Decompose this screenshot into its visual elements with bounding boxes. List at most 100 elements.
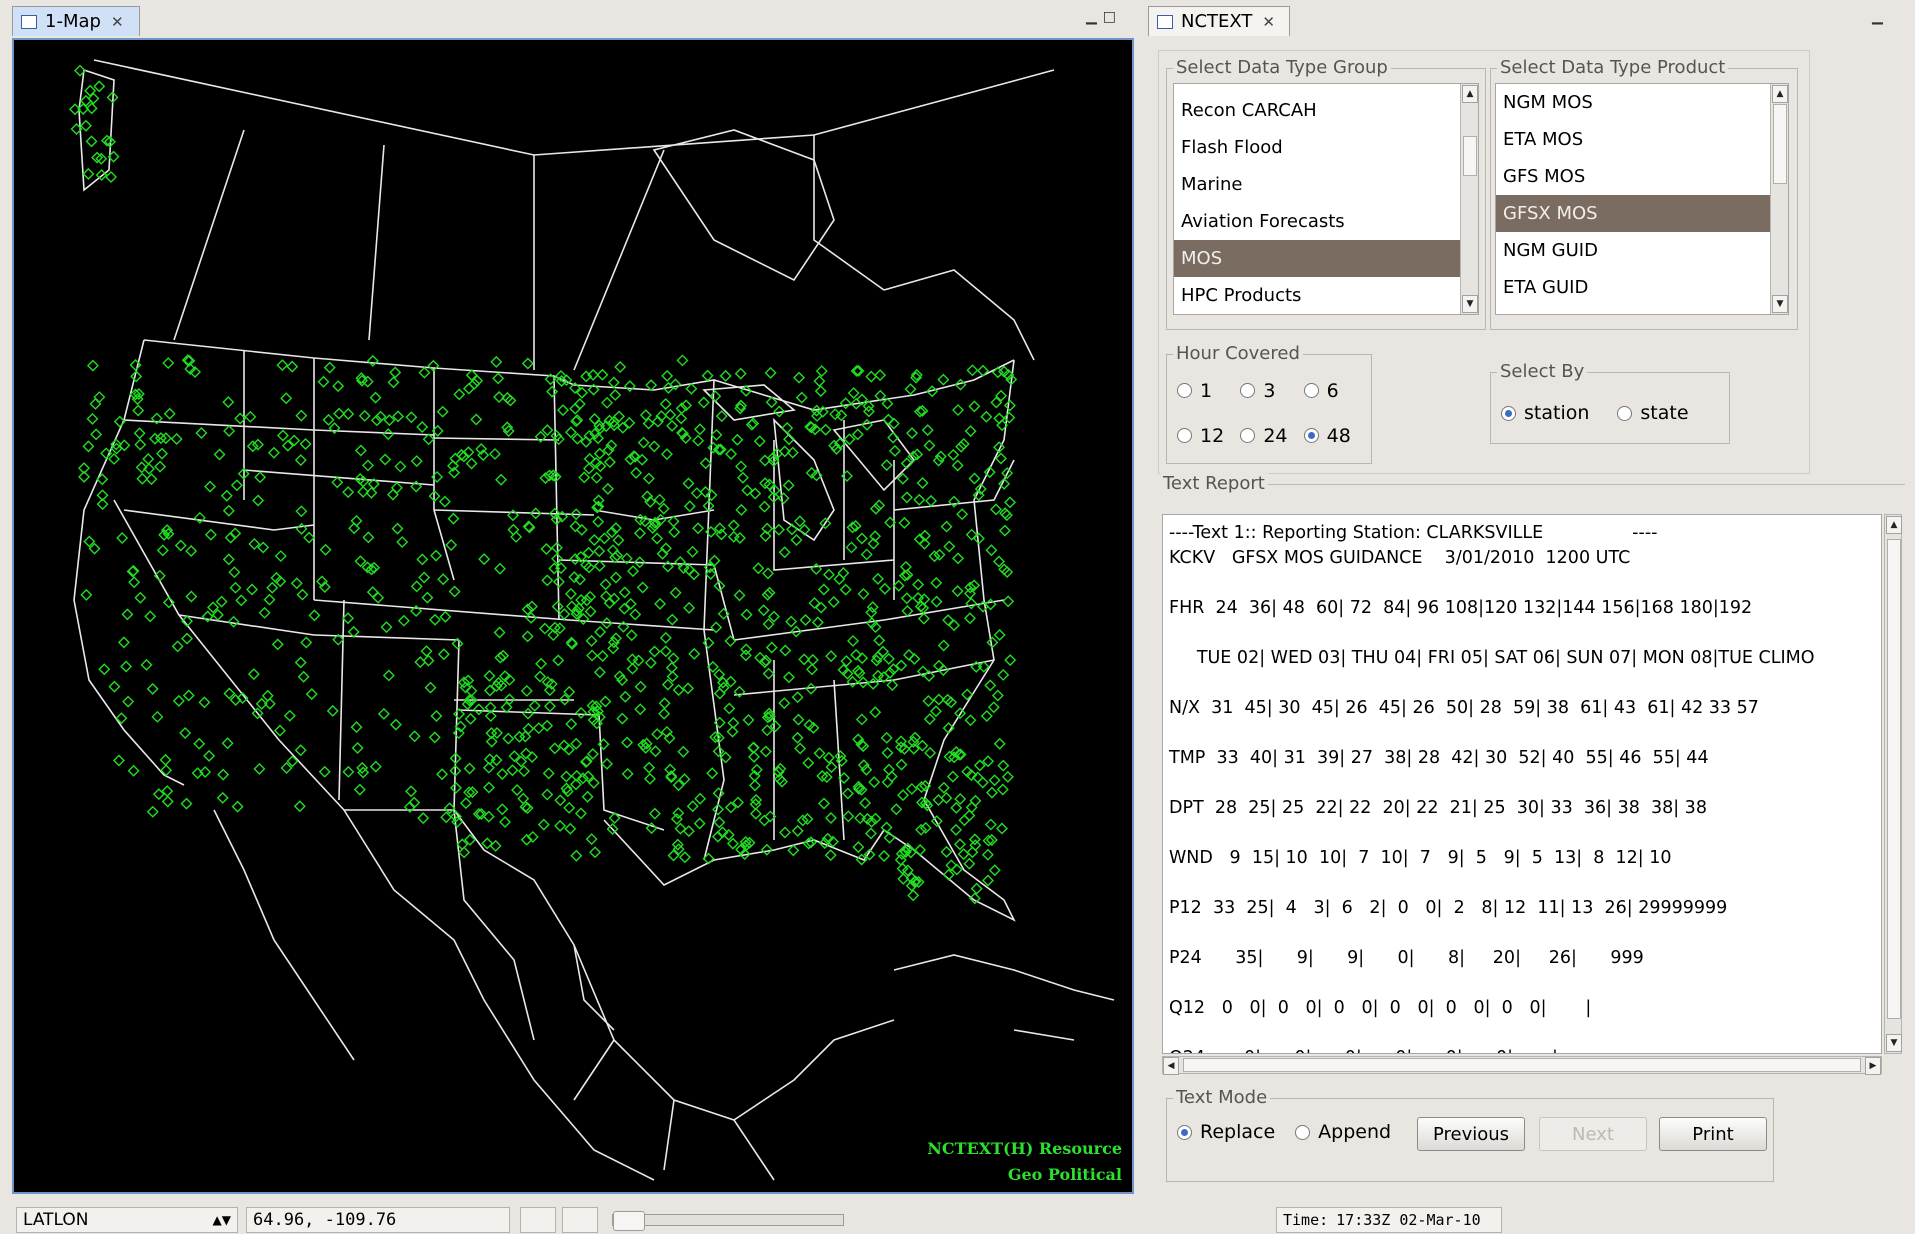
station-marker-icon [777, 492, 790, 505]
station-marker-icon [601, 482, 614, 495]
minimize-icon[interactable]: ▁ [1872, 9, 1889, 25]
scroll-down-icon[interactable]: ▼ [1886, 1034, 1902, 1052]
station-marker-icon [653, 493, 666, 506]
scroll-thumb[interactable] [1887, 539, 1901, 1019]
close-icon[interactable]: ✕ [111, 13, 124, 31]
group-box-title: Text Mode [1173, 1087, 1271, 1108]
station-marker-icon [966, 364, 979, 377]
radio-button-icon[interactable] [1295, 1124, 1311, 1140]
station-marker-icon [193, 737, 206, 750]
radio-append[interactable]: Append [1295, 1121, 1391, 1143]
print-button[interactable]: Print [1659, 1117, 1767, 1151]
close-icon[interactable]: ✕ [1262, 13, 1275, 31]
station-marker-icon [601, 757, 614, 770]
coastline [1013, 1029, 1075, 1041]
station-marker-icon [845, 541, 858, 554]
station-marker-icon [778, 826, 791, 839]
station-marker-icon [760, 843, 773, 856]
report-vertical-scrollbar[interactable]: ▲ ▼ [1884, 514, 1902, 1054]
boundary-line [453, 809, 535, 1041]
boundary-line [573, 149, 665, 371]
scroll-up-icon[interactable]: ▲ [1886, 516, 1902, 534]
station-marker-icon [132, 404, 145, 417]
station-marker-icon [93, 80, 106, 93]
station-marker-icon [985, 544, 998, 557]
frame-slider[interactable] [612, 1211, 844, 1231]
station-marker-icon [981, 874, 994, 887]
station-marker-icon [333, 407, 346, 420]
station-marker-icon [992, 555, 1005, 568]
legend-nctext-resource: NCTEXT(H) Resource [927, 1139, 1122, 1158]
station-marker-icon [864, 827, 877, 840]
station-marker-icon [198, 696, 211, 709]
station-marker-icon [644, 772, 657, 785]
station-marker-icon [685, 382, 698, 395]
station-marker-icon [925, 494, 938, 507]
station-marker-icon [764, 366, 777, 379]
station-marker-icon [951, 585, 964, 598]
radio-button-icon[interactable] [1177, 1124, 1192, 1140]
station-marker-icon [791, 731, 804, 744]
station-marker-icon [380, 621, 393, 634]
station-marker-icon [736, 471, 749, 484]
station-marker-icon [472, 703, 485, 716]
station-marker-icon [437, 648, 450, 661]
station-marker-icon [297, 670, 310, 683]
station-marker-icon [882, 652, 895, 665]
station-marker-icon [957, 848, 970, 861]
report-horizontal-scrollbar[interactable]: ◀ ▶ [1162, 1056, 1882, 1075]
station-marker-icon [204, 528, 217, 541]
tab-nctext[interactable]: NCTEXT ✕ [1148, 6, 1290, 36]
station-marker-icon [945, 859, 958, 872]
station-marker-icon [915, 823, 928, 836]
station-marker-icon [752, 562, 765, 575]
station-marker-icon [405, 785, 418, 798]
station-marker-icon [280, 392, 293, 405]
scroll-left-icon[interactable]: ◀ [1163, 1057, 1179, 1075]
station-marker-icon [1002, 595, 1015, 608]
coordinate-system-select[interactable]: LATLON ▲▼ [16, 1207, 238, 1233]
station-marker-icon [322, 413, 335, 426]
report-line: WND 9 15| 10 10| 7 10| 7 9| 5 9| 5 13| 8… [1169, 848, 1672, 868]
map-canvas[interactable]: NCTEXT(H) Resource Geo Political [12, 38, 1134, 1194]
station-marker-icon [874, 369, 887, 382]
station-marker-icon [793, 371, 806, 384]
station-marker-icon [422, 654, 435, 667]
station-marker-icon [274, 550, 287, 563]
slider-handle[interactable] [613, 1211, 645, 1231]
station-marker-icon [865, 370, 878, 383]
boundary-line [313, 599, 715, 631]
station-marker-icon [174, 539, 187, 552]
scroll-thumb[interactable] [1183, 1058, 1861, 1072]
tab-1-map[interactable]: 1-Map ✕ [12, 6, 140, 36]
station-marker-icon [950, 863, 963, 876]
report-line: P12 33 25| 4 3| 6 2| 0 0| 2 8| 12 11| 13… [1169, 898, 1728, 918]
station-marker-icon [801, 813, 814, 825]
radio-replace[interactable]: Replace [1177, 1121, 1275, 1143]
hudson-bay-coast [652, 129, 835, 282]
minimize-icon[interactable]: ▁ [1086, 9, 1103, 25]
station-marker-icon [599, 695, 612, 708]
station-marker-icon [667, 652, 680, 665]
station-marker-icon [779, 644, 792, 657]
station-marker-icon [713, 816, 726, 829]
next-button[interactable]: Next [1539, 1117, 1647, 1151]
station-marker-icon [554, 819, 567, 832]
station-marker-icon [901, 604, 914, 617]
station-marker-icon [86, 412, 99, 425]
status-button-1[interactable] [520, 1207, 556, 1233]
station-marker-icon [499, 816, 512, 829]
station-marker-icon [952, 552, 965, 565]
report-line [1169, 1021, 1875, 1046]
station-marker-icon [636, 581, 649, 594]
scroll-right-icon[interactable]: ▶ [1865, 1057, 1881, 1075]
station-marker-icon [541, 574, 554, 587]
previous-button[interactable]: Previous [1417, 1117, 1525, 1151]
status-button-2[interactable] [562, 1207, 598, 1233]
text-report-area[interactable]: ----Text 1:: Reporting Station: CLARKSVI… [1162, 514, 1882, 1054]
station-marker-icon [852, 841, 865, 854]
station-marker-icon [759, 745, 772, 758]
maximize-icon[interactable]: □ [1103, 9, 1122, 25]
selection-frame [1158, 50, 1810, 474]
station-marker-icon [919, 821, 932, 834]
